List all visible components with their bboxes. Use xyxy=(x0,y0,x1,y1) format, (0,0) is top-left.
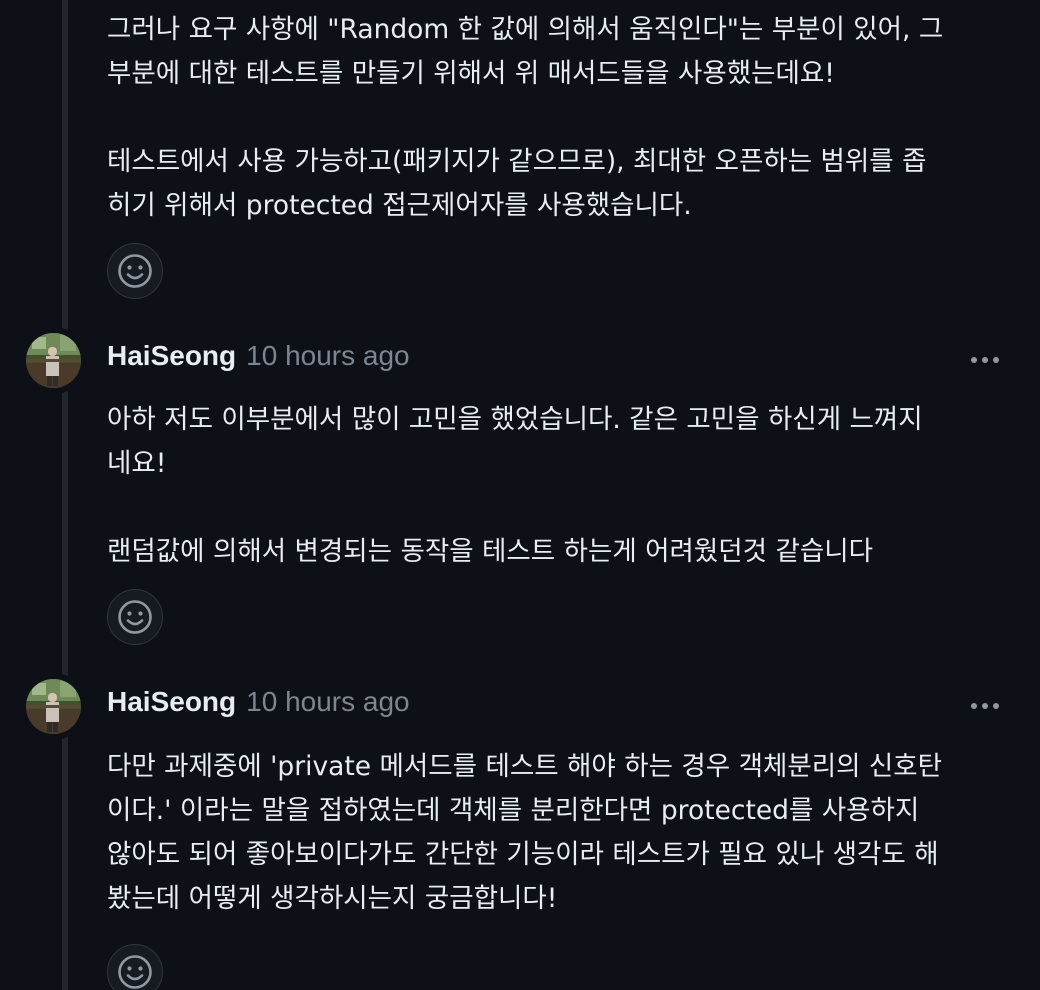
comment-thread: 그러나 요구 사항에 "Random 한 값에 의해서 움직인다"는 부분이 있… xyxy=(0,0,1040,990)
avatar[interactable] xyxy=(26,333,81,388)
comment-paragraph: 그러나 요구 사항에 "Random 한 값에 의해서 움직인다"는 부분이 있… xyxy=(107,14,944,89)
comment-header: HaiSeong 10 hours ago xyxy=(107,686,410,726)
smiley-face-icon xyxy=(118,955,152,989)
user-avatar-photo xyxy=(26,679,81,734)
timeline-line xyxy=(62,0,68,990)
comment-options-button[interactable] xyxy=(962,694,1008,718)
comment-options-button[interactable] xyxy=(962,348,1008,372)
comment-body: 그러나 요구 사항에 "Random 한 값에 의해서 움직인다"는 부분이 있… xyxy=(107,8,1017,228)
comment-body: 다만 과제중에 'private 메서드를 테스트 해야 하는 경우 객체분리의… xyxy=(107,745,1017,921)
kebab-horizontal-icon-dot xyxy=(982,357,988,363)
kebab-horizontal-icon-dot xyxy=(993,703,999,709)
smiley-face-icon xyxy=(118,600,152,634)
kebab-horizontal-icon-dot xyxy=(971,703,977,709)
comment-paragraph: 테스트에서 사용 가능하고(패키지가 같으므로), 최대한 오픈하는 범위를 좁… xyxy=(107,146,927,221)
comment-author[interactable]: HaiSeong xyxy=(107,340,236,372)
add-reaction-button[interactable] xyxy=(107,243,163,299)
comment-body: 아하 저도 이부분에서 많이 고민을 했었습니다. 같은 고민을 하신게 느껴지… xyxy=(107,398,1017,574)
kebab-horizontal-icon-dot xyxy=(971,357,977,363)
avatar[interactable] xyxy=(26,679,81,734)
comment-timestamp[interactable]: 10 hours ago xyxy=(246,686,409,718)
comment-paragraph: 랜덤값에 의해서 변경되는 동작을 테스트 하는게 어려웠던것 같습니다 xyxy=(107,536,873,567)
add-reaction-button[interactable] xyxy=(107,944,163,990)
comment-header: HaiSeong 10 hours ago xyxy=(107,340,410,380)
comment-paragraph: 다만 과제중에 'private 메서드를 테스트 해야 하는 경우 객체분리의… xyxy=(107,751,943,914)
comment-author[interactable]: HaiSeong xyxy=(107,686,236,718)
smiley-face-icon xyxy=(118,254,152,288)
kebab-horizontal-icon-dot xyxy=(993,357,999,363)
add-reaction-button[interactable] xyxy=(107,589,163,645)
comment-paragraph: 아하 저도 이부분에서 많이 고민을 했었습니다. 같은 고민을 하신게 느껴지… xyxy=(107,404,923,479)
kebab-horizontal-icon-dot xyxy=(982,703,988,709)
comment-timestamp[interactable]: 10 hours ago xyxy=(246,340,409,372)
user-avatar-photo xyxy=(26,333,81,388)
